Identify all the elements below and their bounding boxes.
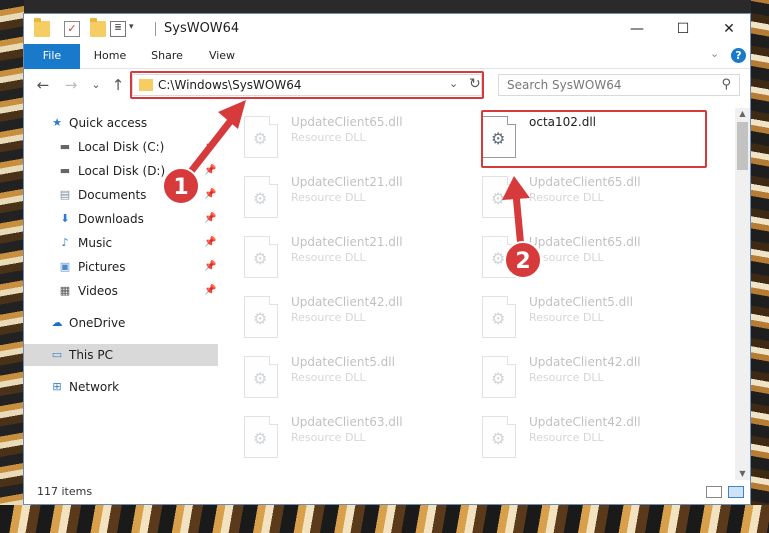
arrow-to-file — [512, 190, 525, 252]
desktop-background-bottom — [0, 505, 769, 533]
step-1-marker: 1 — [162, 167, 200, 205]
arrow-to-address — [185, 110, 240, 178]
desktop-background-right — [751, 0, 769, 533]
annotation-arrows — [185, 100, 530, 252]
desktop-background-left — [0, 0, 24, 533]
explorer-window: ✓ ≣ ▾ SysWOW64 — ☐ ✕ File Home Share Vie… — [23, 13, 751, 505]
step-2-marker: 2 — [504, 241, 542, 279]
arrow-head-file — [502, 176, 530, 200]
